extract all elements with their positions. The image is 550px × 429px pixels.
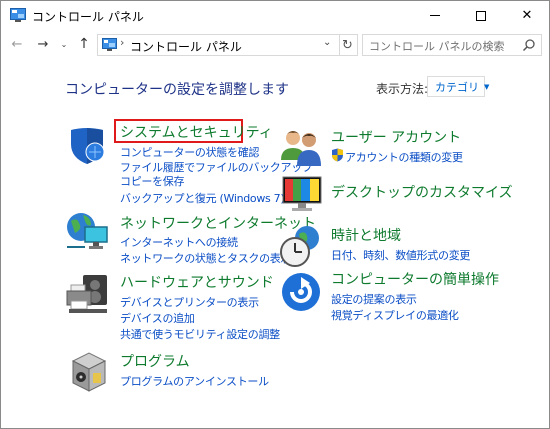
ease-of-access-icon[interactable] bbox=[280, 271, 322, 313]
category-ease-of-access[interactable]: コンピューターの簡単操作 bbox=[331, 269, 499, 289]
control-panel-icon bbox=[10, 8, 26, 22]
address-dropdown-icon[interactable]: ⌄ bbox=[323, 37, 331, 48]
view-by-dropdown[interactable]: カテゴリ ▼ bbox=[427, 76, 489, 97]
close-button[interactable]: ✕ bbox=[504, 1, 549, 30]
link-optimize-display[interactable]: 視覚ディスプレイの最適化 bbox=[331, 307, 459, 323]
category-system-security[interactable]: システムとセキュリティ bbox=[120, 122, 273, 142]
category-appearance[interactable]: デスクトップのカスタマイズ bbox=[331, 182, 513, 202]
category-user-accounts[interactable]: ユーザー アカウント bbox=[331, 127, 461, 147]
shield-security-icon[interactable] bbox=[67, 124, 109, 166]
minimize-button[interactable] bbox=[412, 1, 458, 30]
link-check-status[interactable]: コンピューターの状態を確認 bbox=[120, 144, 259, 160]
monitor-colors-icon[interactable] bbox=[281, 173, 325, 215]
link-change-account-type[interactable]: アカウントの種類の変更 bbox=[345, 149, 463, 165]
close-icon: ✕ bbox=[521, 8, 533, 23]
category-hardware-sound[interactable]: ハードウェアとサウンド bbox=[120, 272, 274, 292]
programs-box-icon[interactable] bbox=[69, 351, 109, 393]
recent-locations-button[interactable]: ⌄ bbox=[58, 35, 70, 53]
control-panel-icon bbox=[102, 38, 117, 51]
view-by-label: 表示方法: bbox=[376, 82, 429, 96]
title-bar: コントロール パネル ✕ bbox=[1, 1, 549, 30]
clock-globe-icon[interactable] bbox=[279, 224, 323, 268]
link-change-date-format[interactable]: 日付、時刻、数値形式の変更 bbox=[331, 247, 470, 263]
network-globe-icon[interactable] bbox=[65, 209, 111, 253]
address-bar[interactable]: › コントロール パネル › ⌄ bbox=[97, 34, 340, 56]
page-heading: コンピューターの設定を調整します bbox=[65, 82, 289, 98]
minimize-icon bbox=[430, 15, 440, 16]
link-suggested-settings[interactable]: 設定の提案の表示 bbox=[331, 291, 417, 307]
link-mobility-settings[interactable]: 共通で使うモビリティ設定の調整 bbox=[120, 326, 280, 342]
search-placeholder: コントロール パネルの検索 bbox=[369, 40, 505, 53]
search-input[interactable]: コントロール パネルの検索 bbox=[362, 34, 542, 56]
dropdown-arrow-icon: ▼ bbox=[484, 82, 490, 91]
link-add-device[interactable]: デバイスの追加 bbox=[120, 310, 195, 326]
link-backup-restore[interactable]: バックアップと復元 (Windows 7) bbox=[120, 190, 285, 206]
back-button[interactable]: ← bbox=[8, 35, 26, 53]
link-network-status[interactable]: ネットワークの状態とタスクの表示 bbox=[120, 250, 292, 266]
refresh-button[interactable]: ↻ bbox=[338, 34, 358, 56]
link-file-history-backup-cont[interactable]: コピーを保存 bbox=[120, 173, 185, 189]
maximize-icon bbox=[476, 10, 486, 21]
link-devices-printers[interactable]: デバイスとプリンターの表示 bbox=[120, 294, 259, 310]
breadcrumb-separator-icon[interactable]: › bbox=[120, 36, 124, 49]
window-title: コントロール パネル bbox=[32, 10, 144, 24]
link-connect-internet[interactable]: インターネットへの接続 bbox=[120, 234, 238, 250]
control-panel-window: コントロール パネル ✕ ← → ⌄ ↑ › コントロール パネル › ⌄ ↻ … bbox=[0, 0, 550, 429]
view-by-value: カテゴリ bbox=[435, 80, 479, 94]
printer-speaker-icon[interactable] bbox=[65, 273, 111, 317]
maximize-button[interactable] bbox=[458, 1, 504, 30]
search-icon bbox=[522, 39, 535, 52]
breadcrumb-separator-icon[interactable]: › bbox=[219, 36, 223, 49]
category-clock-region[interactable]: 時計と地域 bbox=[331, 225, 401, 245]
breadcrumb-control-panel[interactable]: コントロール パネル bbox=[130, 38, 242, 55]
forward-button[interactable]: → bbox=[34, 35, 52, 53]
uac-shield-icon bbox=[332, 148, 343, 162]
refresh-icon: ↻ bbox=[342, 37, 353, 53]
category-programs[interactable]: プログラム bbox=[120, 351, 190, 371]
link-uninstall-program[interactable]: プログラムのアンインストール bbox=[120, 373, 269, 389]
users-icon[interactable] bbox=[279, 126, 323, 168]
up-button[interactable]: ↑ bbox=[75, 35, 93, 53]
